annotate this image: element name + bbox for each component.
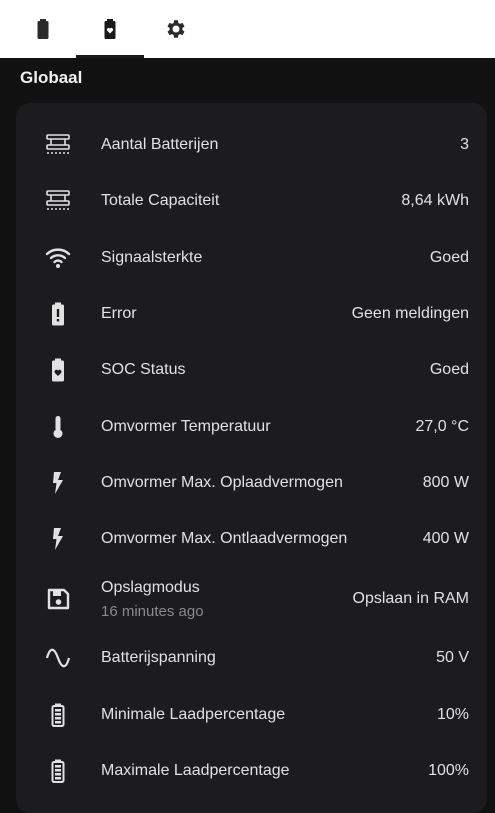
sine-wave-icon [44,644,72,672]
tab-battery[interactable] [9,0,77,58]
row-value: Opslaan in RAM [352,590,470,607]
lightning-icon [44,525,72,553]
row-batterijspanning[interactable]: Batterijspanning 50 V [16,630,487,686]
row-opslagmodus[interactable]: Opslagmodus 16 minutes ago Opslaan in RA… [16,569,487,629]
tab-bar [0,0,495,58]
battery-level-icon [44,701,72,729]
row-value: 800 W [422,474,469,491]
row-max-ontlaadvermogen[interactable]: Omvormer Max. Ontlaadvermogen 400 W [16,511,487,567]
battery-alert-icon [44,300,72,328]
section-title: Globaal [20,68,83,87]
row-max-oplaadvermogen[interactable]: Omvormer Max. Oplaadvermogen 800 W [16,455,487,511]
capacity-icon [44,131,72,159]
battery-heart-icon [104,19,116,39]
row-label: Omvormer Max. Ontlaadvermogen [101,530,348,547]
row-label: SOC Status [101,361,186,378]
row-maximale-laadpercentage[interactable]: Maximale Laadpercentage 100% [16,743,487,799]
battery-level-icon [44,757,72,785]
tab-battery-health[interactable] [76,0,144,58]
row-value: 8,64 kWh [401,192,469,209]
tab-settings[interactable] [142,0,210,58]
battery-heart-icon [44,356,72,384]
global-status-card: Aantal Batterijen 3 Totale Capaciteit 8,… [16,103,487,813]
row-minimale-laadpercentage[interactable]: Minimale Laadpercentage 10% [16,687,487,743]
lightning-icon [44,469,72,497]
row-label: Signaalsterkte [101,249,203,266]
active-tab-indicator [76,55,144,58]
row-value: Goed [429,249,469,266]
wifi-icon [44,244,72,272]
row-value: 100% [428,762,469,779]
row-value: 10% [436,706,469,723]
row-omvormer-temperatuur[interactable]: Omvormer Temperatuur 27,0 °C [16,399,487,455]
row-error[interactable]: Error Geen meldingen [16,286,487,342]
row-label: Totale Capaciteit [101,192,220,209]
capacity-icon [44,187,72,215]
row-value: Geen meldingen [351,305,469,322]
row-soc-status[interactable]: SOC Status Goed [16,342,487,398]
row-label: Error [101,305,137,322]
row-value: 27,0 °C [415,418,469,435]
row-value: 50 V [436,649,469,666]
row-label: Batterijspanning [101,649,216,666]
gear-icon [167,20,185,38]
row-totale-capaciteit[interactable]: Totale Capaciteit 8,64 kWh [16,173,487,229]
row-label-text: Opslagmodus [101,578,200,596]
row-label: Minimale Laadpercentage [101,706,286,723]
row-signaalsterkte[interactable]: Signaalsterkte Goed [16,230,487,286]
row-label: Aantal Batterijen [101,136,219,153]
floppy-disk-icon [44,585,72,613]
row-value: 3 [460,136,469,153]
thermometer-icon [44,413,72,441]
row-aantal-batterijen[interactable]: Aantal Batterijen 3 [16,117,487,173]
row-label: Omvormer Max. Oplaadvermogen [101,474,343,491]
row-value: 400 W [422,530,469,547]
row-label: Maximale Laadpercentage [101,762,290,779]
row-label: Opslagmodus 16 minutes ago [101,579,204,620]
battery-icon [37,19,49,39]
row-timestamp: 16 minutes ago [101,602,204,620]
row-label: Omvormer Temperatuur [101,418,271,435]
row-value: Goed [429,361,469,378]
